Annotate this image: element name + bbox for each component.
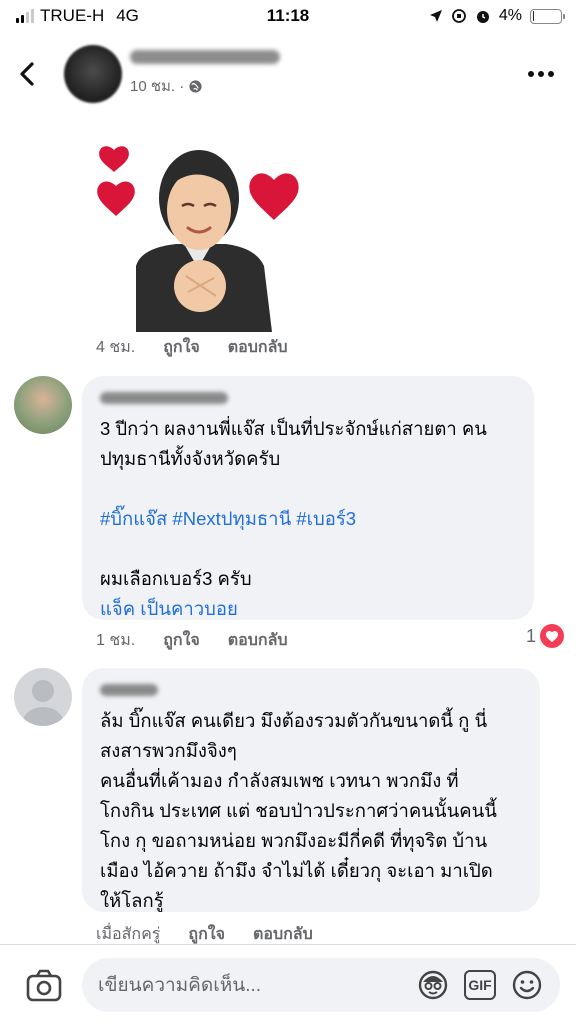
camera-icon <box>26 969 62 1001</box>
like-button[interactable]: ถูกใจ <box>163 628 200 653</box>
back-icon <box>20 62 34 86</box>
heart-icon <box>540 624 565 648</box>
comment-text-line: 3 ปีกว่า ผลงานพี่แจ๊ส เป็นที่ประจักษ์แก่… <box>100 418 487 439</box>
comment-composer: เขียนความคิดเห็น... GIF <box>0 944 576 1024</box>
reply-button[interactable]: ตอบกลับ <box>228 628 288 653</box>
battery-icon <box>530 8 565 24</box>
gif-label: GIF <box>468 976 492 993</box>
commenter-name-blurred[interactable] <box>100 684 158 696</box>
status-bar: TRUE-H 4G 11:18 4% <box>0 0 576 32</box>
comment-text-line: คนอื่นที่เค้ามอง กำลังสมเพช เวทนา พวกมึง… <box>100 770 459 791</box>
orientation-lock-icon <box>451 9 466 23</box>
network-type: 4G <box>116 6 139 25</box>
globe-icon <box>189 79 202 93</box>
avatar-sticker-icon[interactable] <box>416 968 450 1002</box>
location-icon <box>429 10 442 22</box>
gif-icon[interactable]: GIF <box>464 969 496 1000</box>
commenter-name-blurred[interactable] <box>100 392 228 404</box>
comment-text-line: ปทุมธานีทั้งจังหวัดครับ <box>100 448 281 469</box>
comment-text-line: สงสารพวกมึงจิงๆ <box>100 740 237 761</box>
comment-text-line: ให้โลกรู้ <box>100 890 164 911</box>
comment-time: 4 ชม. <box>96 339 136 356</box>
reaction-count[interactable]: 1 <box>526 624 565 648</box>
comment-actions: 1 ชม. ถูกใจ ตอบกลับ <box>96 628 288 653</box>
more-button[interactable] <box>524 63 558 85</box>
back-button[interactable] <box>18 54 50 94</box>
hashtags[interactable]: #บิ๊กแจ๊ส #Nextปทุมธานี #เบอร์3 <box>100 504 516 534</box>
camera-button[interactable] <box>24 964 66 1006</box>
carrier-name: TRUE-H <box>40 6 105 25</box>
comment-input[interactable]: เขียนความคิดเห็น... GIF <box>82 957 560 1012</box>
comment-text-line: ผมเลือกเบอร์3 ครับ <box>100 568 252 589</box>
battery-percent: 4% <box>498 7 522 24</box>
mention-link[interactable]: แจ็ค เป็นคาวบอย <box>100 594 516 624</box>
alarm-icon <box>476 11 489 23</box>
comment-text-line: เมือง ไอ้ควาย ถ้ามึง จำไม่ได้ เดี๋ยวกุ จ… <box>100 860 493 881</box>
comment-bubble: 3 ปีกว่า ผลงานพี่แจ๊ส เป็นที่ประจักษ์แก่… <box>82 376 534 620</box>
sticker-actions: 4 ชม. ถูกใจ ตอบกลับ <box>96 335 288 360</box>
emoji-icon[interactable] <box>510 968 544 1002</box>
commenter-avatar[interactable] <box>14 376 72 434</box>
author-name-blurred[interactable] <box>130 50 280 64</box>
avatar-sticker <box>97 146 299 332</box>
comment-bubble: ล้ม บิ๊กแจ๊ส คนเดียว มึงต้องรวมตัวกันขนา… <box>82 668 540 912</box>
reply-button[interactable]: ตอบกลับ <box>228 335 288 360</box>
comment-placeholder: เขียนความคิดเห็น... <box>98 974 262 996</box>
post-header: 10 ชม. · <box>0 34 576 114</box>
like-button[interactable]: ถูกใจ <box>163 335 200 360</box>
reaction-number: 1 <box>526 625 537 646</box>
comment-text-line: โกงกิน ประเทศ แต่ ชอบป่าวประกาศว่าคนนั้น… <box>100 800 497 821</box>
comment-time: 1 ชม. <box>96 632 136 649</box>
commenter-avatar[interactable] <box>14 668 72 726</box>
author-avatar[interactable] <box>64 45 122 103</box>
comment-text-line: โกง กุ ขอถามหน่อย พวกมึงอะมีกี่คดี ที่ทุ… <box>100 830 488 851</box>
post-time: 10 ชม. · <box>130 78 185 95</box>
comment-text-line: ล้ม บิ๊กแจ๊ส คนเดียว มึงต้องรวมตัวกันขนา… <box>100 710 488 731</box>
signal-icon <box>16 9 34 23</box>
more-icon <box>528 71 534 77</box>
